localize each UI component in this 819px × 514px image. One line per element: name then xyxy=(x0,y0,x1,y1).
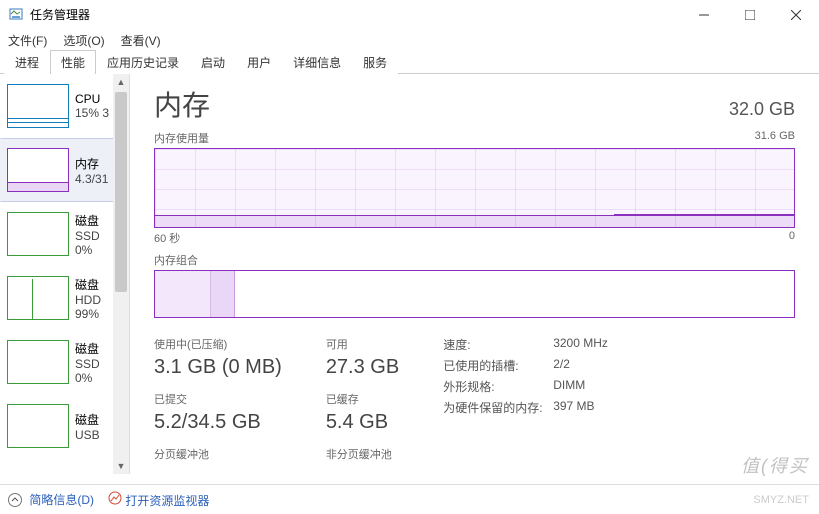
available-value: 27.3 GB xyxy=(326,356,399,379)
sidebar-pct: 0% xyxy=(75,371,100,385)
disk-thumb xyxy=(7,276,69,320)
scroll-down-icon[interactable]: ▼ xyxy=(113,458,129,474)
status-bar: 简略信息(D) 打开资源监视器 xyxy=(0,484,819,514)
speed-key: 速度: xyxy=(443,336,553,353)
form-key: 外形规格: xyxy=(443,378,553,395)
nonpaged-label: 非分页缓冲池 xyxy=(326,446,399,462)
in-use-value: 3.1 GB (0 MB) xyxy=(154,356,282,379)
chevron-up-icon xyxy=(8,493,22,507)
watermark: 值(得买 xyxy=(741,452,809,478)
memory-usage-graph[interactable] xyxy=(154,148,795,228)
sidebar-label: 内存 xyxy=(75,155,108,172)
graph-xleft: 60 秒 xyxy=(154,230,180,246)
graph-ymax: 31.6 GB xyxy=(755,130,795,146)
open-resmon-label: 打开资源监视器 xyxy=(125,494,209,508)
sidebar-label: 磁盘 xyxy=(75,340,100,357)
close-button[interactable] xyxy=(773,0,819,30)
menu-bar: 文件(F) 选项(O) 查看(V) xyxy=(0,30,819,50)
graph-label: 内存使用量 xyxy=(154,130,209,146)
menu-options[interactable]: 选项(O) xyxy=(59,32,108,49)
scroll-thumb[interactable] xyxy=(115,92,127,292)
tab-startup[interactable]: 启动 xyxy=(190,50,236,74)
tab-app-history[interactable]: 应用历史记录 xyxy=(96,50,190,74)
sidebar-sub: 15% 3 xyxy=(75,106,109,120)
tab-users[interactable]: 用户 xyxy=(236,50,282,74)
sidebar-item-disk-usb[interactable]: 磁盘USB xyxy=(0,394,129,458)
cpu-thumb xyxy=(7,84,69,128)
comp-label: 内存组合 xyxy=(154,252,198,268)
available-label: 可用 xyxy=(326,336,399,352)
paged-label: 分页缓冲池 xyxy=(154,446,282,462)
tab-bar: 进程 性能 应用历史记录 启动 用户 详细信息 服务 xyxy=(0,50,819,74)
fewer-details-link[interactable]: 简略信息(D) xyxy=(8,491,94,508)
sidebar-sub: 4.3/31 xyxy=(75,172,108,186)
hwreserved-value: 397 MB xyxy=(553,399,608,416)
resmon-icon xyxy=(108,491,122,505)
sidebar-sub: HDD xyxy=(75,293,101,307)
sidebar-scrollbar[interactable]: ▲ ▼ xyxy=(113,74,129,474)
form-value: DIMM xyxy=(553,378,608,395)
cached-value: 5.4 GB xyxy=(326,411,399,434)
total-memory: 32.0 GB xyxy=(729,99,795,120)
sidebar-item-disk-hdd[interactable]: 磁盘HDD99% xyxy=(0,266,129,330)
sidebar-label: 磁盘 xyxy=(75,212,100,229)
tab-performance[interactable]: 性能 xyxy=(50,50,96,74)
speed-value: 3200 MHz xyxy=(553,336,608,353)
disk-thumb xyxy=(7,404,69,448)
sidebar-pct: 99% xyxy=(75,307,101,321)
window-title: 任务管理器 xyxy=(30,6,681,23)
menu-view[interactable]: 查看(V) xyxy=(117,32,165,49)
in-use-label: 使用中(已压缩) xyxy=(154,336,282,352)
title-bar: 任务管理器 xyxy=(0,0,819,30)
sidebar-label: 磁盘 xyxy=(75,276,101,293)
tab-services[interactable]: 服务 xyxy=(352,50,398,74)
minimize-button[interactable] xyxy=(681,0,727,30)
sidebar-sub: SSD xyxy=(75,357,100,371)
fewer-details-label: 简略信息(D) xyxy=(29,493,94,507)
sidebar-item-disk-ssd1[interactable]: 磁盘SSD0% xyxy=(0,330,129,394)
slots-key: 已使用的插槽: xyxy=(443,357,553,374)
sidebar-item-disk-ssd0[interactable]: 磁盘SSD0% xyxy=(0,202,129,266)
disk-thumb xyxy=(7,212,69,256)
committed-label: 已提交 xyxy=(154,391,282,407)
main-panel: 内存 32.0 GB 内存使用量 31.6 GB 60 秒 0 内存组合 使用中… xyxy=(130,74,819,474)
tab-details[interactable]: 详细信息 xyxy=(282,50,352,74)
sidebar-item-cpu[interactable]: CPU15% 3 xyxy=(0,74,129,138)
sidebar-sub: USB xyxy=(75,428,100,442)
watermark-sub: SMYZ.NET xyxy=(753,494,809,506)
sidebar-label: 磁盘 xyxy=(75,411,100,428)
page-title: 内存 xyxy=(154,84,210,124)
maximize-button[interactable] xyxy=(727,0,773,30)
memory-thumb xyxy=(7,148,69,192)
scroll-up-icon[interactable]: ▲ xyxy=(113,74,129,90)
sidebar-sub: SSD xyxy=(75,229,100,243)
sidebar-pct: 0% xyxy=(75,243,100,257)
sidebar-label: CPU xyxy=(75,92,109,106)
memory-composition-graph[interactable] xyxy=(154,270,795,318)
slots-value: 2/2 xyxy=(553,357,608,374)
committed-value: 5.2/34.5 GB xyxy=(154,411,282,434)
graph-xright: 0 xyxy=(789,230,795,246)
app-icon xyxy=(8,7,24,23)
cached-label: 已缓存 xyxy=(326,391,399,407)
open-resmon-link[interactable]: 打开资源监视器 xyxy=(108,491,209,509)
tab-processes[interactable]: 进程 xyxy=(4,50,50,74)
sidebar-item-memory[interactable]: 内存4.3/31 xyxy=(0,138,129,202)
disk-thumb xyxy=(7,340,69,384)
hwreserved-key: 为硬件保留的内存: xyxy=(443,399,553,416)
sidebar: CPU15% 3 内存4.3/31 磁盘SSD0% 磁盘HDD99% 磁盘SSD… xyxy=(0,74,130,474)
menu-file[interactable]: 文件(F) xyxy=(4,32,51,49)
